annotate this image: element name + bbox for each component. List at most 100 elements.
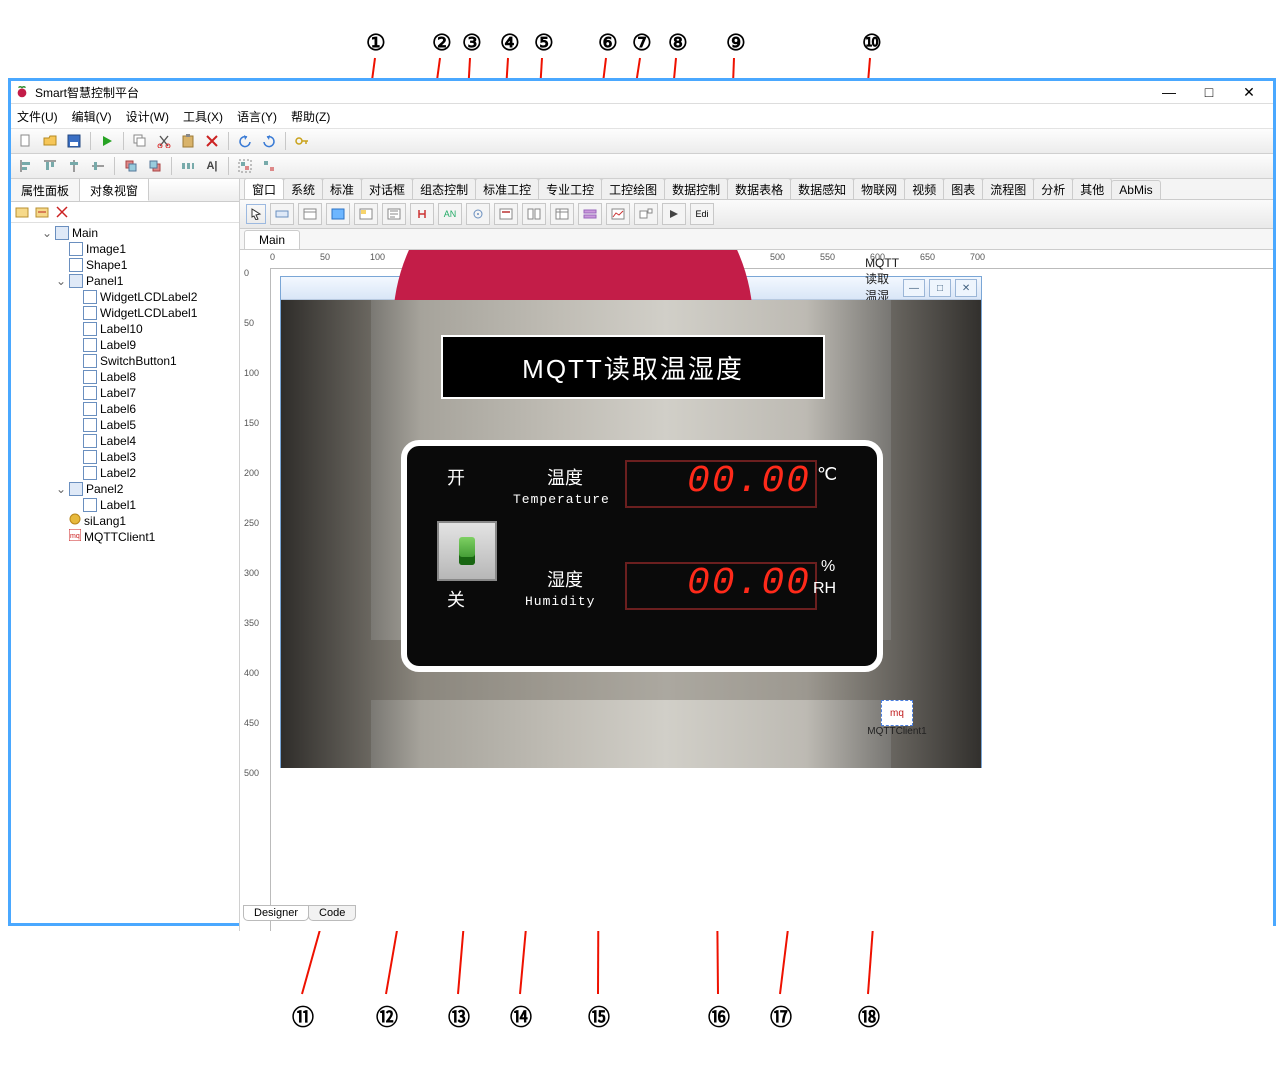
comp-tab-0[interactable]: 窗口 [244, 179, 284, 200]
form-close-button[interactable]: ✕ [955, 279, 977, 297]
comp-tab-6[interactable]: 专业工控 [538, 179, 602, 200]
paste-button[interactable] [177, 130, 199, 152]
tree-item-Label9[interactable]: Label9 [29, 337, 237, 353]
tree-item-Label6[interactable]: Label6 [29, 401, 237, 417]
comp-8[interactable] [466, 203, 490, 225]
mqttclient1-component[interactable]: mq MQTTClient1 [867, 700, 927, 737]
tree-item-Label3[interactable]: Label3 [29, 449, 237, 465]
tree-item-Shape1[interactable]: Shape1 [29, 257, 237, 273]
menu-language[interactable]: 语言(Y) [237, 108, 277, 125]
titlebar[interactable]: Smart智慧控制平台 — □ ✕ [11, 81, 1273, 104]
tab-props[interactable]: 属性面板 [11, 179, 80, 201]
object-tree[interactable]: ⌄MainImage1Shape1⌄Panel1WidgetLCDLabel2W… [11, 223, 239, 931]
comp-tab-12[interactable]: 视频 [904, 179, 944, 200]
tab-object-view[interactable]: 对象视窗 [80, 179, 149, 201]
menu-design[interactable]: 设计(W) [126, 108, 169, 125]
comp-tab-16[interactable]: 其他 [1072, 179, 1112, 200]
tree-item-Label5[interactable]: Label5 [29, 417, 237, 433]
comp-6[interactable] [410, 203, 434, 225]
comp-tab-3[interactable]: 对话框 [361, 179, 413, 200]
cut-button[interactable] [153, 130, 175, 152]
tab-main-page[interactable]: Main [244, 230, 300, 249]
comp-4[interactable] [354, 203, 378, 225]
comp-tab-5[interactable]: 标准工控 [475, 179, 539, 200]
comp-10[interactable] [522, 203, 546, 225]
tree-item-Label1[interactable]: Label1 [29, 497, 237, 513]
text-tool-button[interactable]: A| [201, 155, 223, 177]
tab-code[interactable]: Code [308, 905, 356, 921]
run-button[interactable] [96, 130, 118, 152]
comp-15[interactable] [662, 203, 686, 225]
comp-12[interactable] [578, 203, 602, 225]
comp-tab-11[interactable]: 物联网 [853, 179, 905, 200]
menu-help[interactable]: 帮助(Z) [291, 108, 330, 125]
comp-13[interactable] [606, 203, 630, 225]
comp-tab-8[interactable]: 数据控制 [664, 179, 728, 200]
group-button[interactable] [234, 155, 256, 177]
form-window[interactable]: MQTT读取温湿度 — □ ✕ MQT [280, 276, 982, 768]
save-button[interactable] [63, 130, 85, 152]
tree-item-Main[interactable]: ⌄Main [29, 225, 237, 241]
align-center-button[interactable] [63, 155, 85, 177]
menu-edit[interactable]: 编辑(V) [72, 108, 112, 125]
open-button[interactable] [39, 130, 61, 152]
bring-front-button[interactable] [120, 155, 142, 177]
tree-item-MQTTClient1[interactable]: mqMQTTClient1 [29, 529, 237, 545]
window-close-button[interactable]: ✕ [1229, 84, 1269, 101]
comp-tab-13[interactable]: 图表 [943, 179, 983, 200]
comp-14[interactable] [634, 203, 658, 225]
tree-item-Label7[interactable]: Label7 [29, 385, 237, 401]
comp-1[interactable] [270, 203, 294, 225]
copy-button[interactable] [129, 130, 151, 152]
align-left-button[interactable] [15, 155, 37, 177]
comp-tab-4[interactable]: 组态控制 [412, 179, 476, 200]
tree-item-Label2[interactable]: Label2 [29, 465, 237, 481]
comp-tab-1[interactable]: 系统 [283, 179, 323, 200]
tree-item-WidgetLCDLabel2[interactable]: WidgetLCDLabel2 [29, 289, 237, 305]
comp-9[interactable] [494, 203, 518, 225]
tree-item-Image1[interactable]: Image1 [29, 241, 237, 257]
comp-11[interactable] [550, 203, 574, 225]
comp-tab-10[interactable]: 数据感知 [790, 179, 854, 200]
align-middle-button[interactable] [87, 155, 109, 177]
menu-tools[interactable]: 工具(X) [183, 108, 223, 125]
tree-item-Label8[interactable]: Label8 [29, 369, 237, 385]
comp-2[interactable] [298, 203, 322, 225]
form-titlebar[interactable]: MQTT读取温湿度 — □ ✕ [281, 277, 981, 300]
tree-item-SwitchButton1[interactable]: SwitchButton1 [29, 353, 237, 369]
undo-button[interactable] [234, 130, 256, 152]
new-button[interactable] [15, 130, 37, 152]
tree-item-siLang1[interactable]: siLang1 [29, 513, 237, 529]
tree-refresh-icon[interactable] [55, 205, 69, 219]
comp-tab-7[interactable]: 工控绘图 [601, 179, 665, 200]
comp-7[interactable]: AN [438, 203, 462, 225]
tab-designer[interactable]: Designer [243, 905, 309, 921]
tree-item-Label4[interactable]: Label4 [29, 433, 237, 449]
distribute-h-button[interactable] [177, 155, 199, 177]
comp-tab-9[interactable]: 数据表格 [727, 179, 791, 200]
tree-item-WidgetLCDLabel1[interactable]: WidgetLCDLabel1 [29, 305, 237, 321]
comp-tab-14[interactable]: 流程图 [982, 179, 1034, 200]
comp-edit[interactable]: Edi [690, 203, 714, 225]
form-max-button[interactable]: □ [929, 279, 951, 297]
tree-collapse-icon[interactable] [35, 205, 49, 219]
menu-file[interactable]: 文件(U) [17, 108, 58, 125]
align-top-button[interactable] [39, 155, 61, 177]
form-min-button[interactable]: — [903, 279, 925, 297]
tree-expand-icon[interactable] [15, 205, 29, 219]
tree-item-Label10[interactable]: Label10 [29, 321, 237, 337]
pointer-tool[interactable] [246, 204, 266, 224]
comp-tab-2[interactable]: 标准 [322, 179, 362, 200]
window-min-button[interactable]: — [1149, 84, 1189, 100]
switchbutton1[interactable] [437, 521, 497, 581]
send-back-button[interactable] [144, 155, 166, 177]
comp-tab-17[interactable]: AbMis [1111, 180, 1160, 199]
tree-item-Panel2[interactable]: ⌄Panel2 [29, 481, 237, 497]
window-max-button[interactable]: □ [1189, 84, 1229, 100]
comp-3[interactable] [326, 203, 350, 225]
ungroup-button[interactable] [258, 155, 280, 177]
comp-tab-15[interactable]: 分析 [1033, 179, 1073, 200]
design-canvas[interactable]: 0501001502002503003504004505005506006507… [240, 250, 1273, 931]
comp-5[interactable] [382, 203, 406, 225]
tree-item-Panel1[interactable]: ⌄Panel1 [29, 273, 237, 289]
